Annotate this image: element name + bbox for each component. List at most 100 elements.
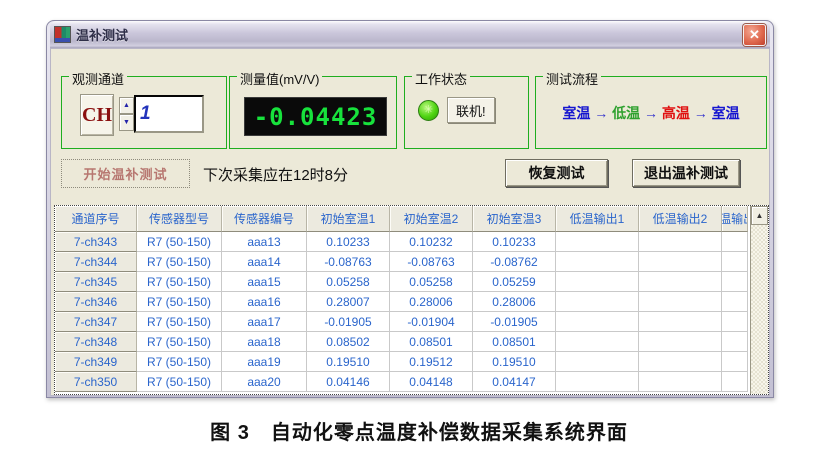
table-cell[interactable]: 0.28007 [307,292,390,312]
table-cell[interactable] [639,332,722,352]
column-header[interactable]: 传感器编号 [222,206,307,232]
row-header-cell[interactable]: 7-ch346 [55,292,137,312]
table-cell[interactable]: aaa17 [222,312,307,332]
table-cell[interactable]: 0.08502 [307,332,390,352]
column-header[interactable]: 传感器型号 [137,206,222,232]
flow-step: 室温 [712,103,740,123]
column-header[interactable]: 通道序号 [55,206,137,232]
table-cell[interactable]: 0.08501 [473,332,556,352]
table-cell[interactable]: 0.08501 [390,332,473,352]
table-cell[interactable] [722,352,748,372]
table-cell[interactable]: R7 (50-150) [137,232,222,252]
row-header-cell[interactable]: 7-ch348 [55,332,137,352]
table-cell[interactable]: aaa14 [222,252,307,272]
table-cell[interactable]: aaa20 [222,372,307,392]
online-status-button[interactable]: 联机! [447,97,495,123]
table-cell[interactable] [556,352,639,372]
table-cell[interactable]: 0.10232 [390,232,473,252]
spinner-down-icon[interactable]: ▼ [119,114,134,131]
close-button[interactable]: ✕ [743,24,766,46]
table-cell[interactable]: 0.04146 [307,372,390,392]
table-cell[interactable] [556,372,639,392]
table-cell[interactable]: R7 (50-150) [137,352,222,372]
row-header-cell[interactable]: 7-ch347 [55,312,137,332]
table-cell[interactable]: 0.05258 [390,272,473,292]
exit-test-button[interactable]: 退出温补测试 [632,159,740,187]
table-row: 7-ch347R7 (50-150)aaa17-0.01905-0.01904-… [55,312,750,332]
start-test-button-disabled[interactable]: 开始温补测试 [61,159,190,188]
table-cell[interactable]: R7 (50-150) [137,252,222,272]
table-cell[interactable] [639,232,722,252]
table-cell[interactable]: 0.05258 [307,272,390,292]
row-header-cell[interactable]: 7-ch349 [55,352,137,372]
table-cell[interactable]: aaa13 [222,232,307,252]
table-cell[interactable] [556,272,639,292]
table-cell[interactable]: 0.04147 [473,372,556,392]
table-cell[interactable]: 0.04148 [390,372,473,392]
table-cell[interactable]: 0.28006 [390,292,473,312]
column-header[interactable]: 初始室温3 [473,206,556,232]
row-header-cell[interactable]: 7-ch350 [55,372,137,392]
channel-input[interactable]: 1 [134,95,204,133]
table-cell[interactable]: 0.19510 [473,352,556,372]
table-cell[interactable]: 0.28006 [473,292,556,312]
table-cell[interactable] [639,312,722,332]
table-cell[interactable]: -0.08763 [307,252,390,272]
table-cell[interactable]: -0.01905 [307,312,390,332]
column-header[interactable]: 低温输出2 [639,206,722,232]
table-cell[interactable]: 0.05259 [473,272,556,292]
table-cell[interactable] [722,332,748,352]
flow-arrow-icon: → [690,105,712,121]
table-cell[interactable] [639,372,722,392]
table-cell[interactable] [722,232,748,252]
table-cell[interactable] [722,312,748,332]
table-cell[interactable] [722,292,748,312]
column-header[interactable]: 初始室温1 [307,206,390,232]
table-cell[interactable]: -0.08762 [473,252,556,272]
table-cell[interactable]: 0.10233 [473,232,556,252]
table-cell[interactable] [556,292,639,312]
table-cell[interactable]: 0.10233 [307,232,390,252]
table-cell[interactable] [639,292,722,312]
group-measure-value-label: 测量值(mV/V) [237,69,322,88]
table-cell[interactable] [556,252,639,272]
table-cell[interactable] [639,252,722,272]
table-cell[interactable]: -0.08763 [390,252,473,272]
table-cell[interactable]: aaa16 [222,292,307,312]
table-cell[interactable]: R7 (50-150) [137,292,222,312]
table-cell[interactable] [639,272,722,292]
table-cell[interactable] [556,232,639,252]
flow-step: 高温 [662,103,690,123]
table-cell[interactable]: R7 (50-150) [137,372,222,392]
spinner-up-icon[interactable]: ▲ [119,97,134,114]
row-header-cell[interactable]: 7-ch344 [55,252,137,272]
table-cell[interactable]: aaa19 [222,352,307,372]
table-cell[interactable]: 0.19510 [307,352,390,372]
table-scrollbar[interactable]: ▲ [750,206,768,394]
column-header[interactable]: 低温输出3 [722,206,748,232]
column-header[interactable]: 初始室温2 [390,206,473,232]
table-cell[interactable] [722,372,748,392]
table-cell[interactable]: aaa18 [222,332,307,352]
scroll-track[interactable] [751,225,768,394]
table-cell[interactable]: R7 (50-150) [137,272,222,292]
table-cell[interactable] [722,272,748,292]
table-cell[interactable] [556,312,639,332]
table-cell[interactable]: 0.19512 [390,352,473,372]
table-cell[interactable] [722,252,748,272]
resume-test-button[interactable]: 恢复测试 [505,159,608,187]
table-cell[interactable]: -0.01905 [473,312,556,332]
scroll-up-button[interactable]: ▲ [751,206,768,225]
table-cell[interactable]: aaa15 [222,272,307,292]
flow-step: 低温 [612,103,640,123]
row-header-cell[interactable]: 7-ch343 [55,232,137,252]
table-cell[interactable] [556,332,639,352]
table-cell[interactable]: -0.01904 [390,312,473,332]
table-cell[interactable]: R7 (50-150) [137,312,222,332]
column-header[interactable]: 低温输出1 [556,206,639,232]
title-bar[interactable]: 温补测试 ✕ [50,21,770,48]
table-cell[interactable] [639,352,722,372]
table-cell[interactable]: R7 (50-150) [137,332,222,352]
row-header-cell[interactable]: 7-ch345 [55,272,137,292]
channel-ch-button[interactable]: CH [80,94,114,136]
